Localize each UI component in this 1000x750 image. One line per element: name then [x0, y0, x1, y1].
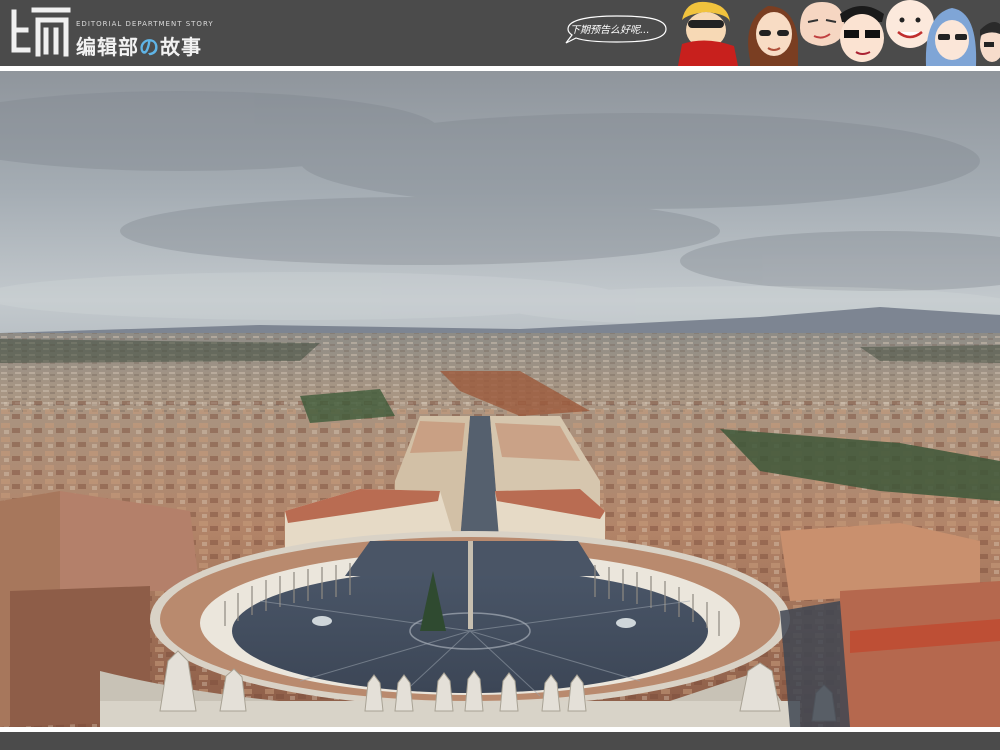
cartoon-face-6-icon	[925, 8, 977, 66]
brand-english-title: EDITORIAL DEPARTMENT STORY	[76, 20, 214, 28]
cartoon-face-4-icon	[840, 6, 884, 62]
header-bar: EDITORIAL DEPARTMENT STORY 编辑部の故事 下期预告么好…	[0, 0, 1000, 66]
bubble-text: 下期预告么好呢...	[570, 25, 650, 36]
cartoon-face-7-icon	[980, 22, 1000, 62]
cartoon-face-2-icon	[748, 6, 798, 66]
logo-icon	[11, 7, 71, 57]
brand-cn-part-b: 故事	[160, 35, 202, 59]
brand-cn-no: の	[139, 35, 160, 59]
brand-cn-part-a: 编辑部	[76, 35, 139, 59]
st-peters-square-photo	[0, 71, 1000, 727]
cartoon-face-1-icon	[678, 1, 738, 66]
brand-chinese-title: 编辑部の故事	[76, 31, 202, 60]
cartoon-face-5-icon	[886, 0, 934, 48]
cartoon-faces-illustration	[678, 0, 1000, 66]
footer-bar	[0, 732, 1000, 750]
cartoon-face-3-icon	[800, 2, 844, 46]
